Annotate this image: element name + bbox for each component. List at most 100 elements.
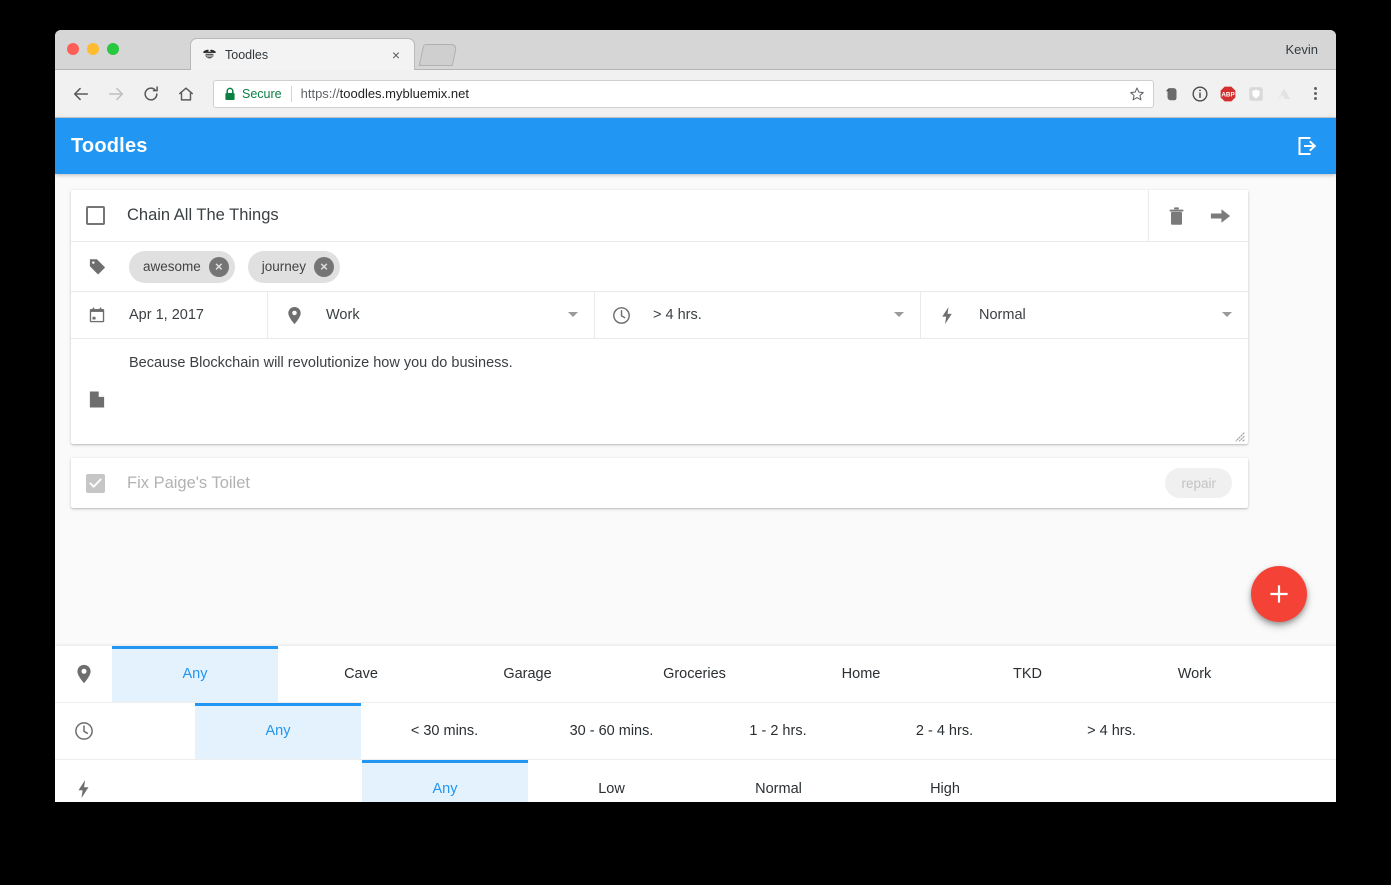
filter-tab-work[interactable]: Work — [1111, 646, 1278, 702]
filter-panel: Any Cave Garage Groceries Home TKD Work … — [55, 646, 1336, 802]
location-filter-row: Any Cave Garage Groceries Home TKD Work — [55, 646, 1336, 703]
address-bar[interactable]: Secure https://toodles.mybluemix.net — [213, 79, 1154, 108]
tag-label: journey — [261, 259, 307, 274]
arrow-right-icon[interactable] — [1208, 204, 1232, 228]
filter-tab-any[interactable]: Any — [195, 703, 361, 759]
clock-icon — [55, 703, 112, 759]
window-minimize-button[interactable] — [87, 43, 99, 55]
tag-remove-icon[interactable]: × — [314, 256, 335, 277]
browser-toolbar: Secure https://toodles.mybluemix.net ABP — [55, 70, 1336, 118]
filter-tab-1-2-hrs[interactable]: 1 - 2 hrs. — [695, 703, 861, 759]
task-card-collapsed[interactable]: Fix Paige's Toilet repair — [71, 458, 1248, 508]
lock-icon — [224, 87, 236, 101]
task-date-value: Apr 1, 2017 — [129, 307, 204, 323]
task-tag-row: awesome × journey × — [71, 242, 1248, 292]
filter-tab-groceries[interactable]: Groceries — [611, 646, 778, 702]
task-checkbox-checked[interactable] — [86, 473, 105, 493]
reload-icon[interactable] — [137, 80, 165, 108]
filter-tab-low[interactable]: Low — [528, 760, 695, 802]
app-bar: Toodles — [55, 118, 1336, 174]
filter-tab-any[interactable]: Any — [112, 646, 278, 702]
url-text: https://toodles.mybluemix.net — [301, 86, 1123, 101]
tag-remove-icon[interactable]: × — [208, 256, 229, 277]
google-drive-icon[interactable] — [1274, 84, 1294, 104]
task-tags: awesome × journey × — [129, 250, 341, 283]
tag-chip[interactable]: repair — [1165, 468, 1232, 498]
chevron-down-icon[interactable] — [1222, 312, 1232, 317]
task-actions — [1148, 190, 1248, 241]
chevron-down-icon[interactable] — [568, 312, 578, 317]
task-collapsed-tags: repair — [1165, 468, 1248, 498]
tag-label: awesome — [143, 259, 201, 274]
trash-icon[interactable] — [1165, 204, 1189, 228]
task-checkbox[interactable] — [86, 206, 105, 225]
duration-filter-row: Any < 30 mins. 30 - 60 mins. 1 - 2 hrs. … — [55, 703, 1336, 760]
app-root: Toodles Chain All The Things awesome × j… — [55, 118, 1336, 802]
bookmark-star-icon[interactable] — [1129, 86, 1145, 102]
browser-menu-icon[interactable] — [1306, 87, 1324, 100]
window-controls — [67, 43, 119, 55]
shield-icon[interactable] — [1246, 84, 1266, 104]
filter-tab-spacer — [112, 760, 362, 802]
filter-tab-home[interactable]: Home — [778, 646, 944, 702]
task-date-field[interactable]: Apr 1, 2017 — [71, 292, 268, 338]
home-icon[interactable] — [172, 80, 200, 108]
priority-filter-row: Any Low Normal High — [55, 760, 1336, 802]
back-icon[interactable] — [67, 80, 95, 108]
filter-tab-over-4-hrs[interactable]: > 4 hrs. — [1028, 703, 1195, 759]
task-meta-row: Apr 1, 2017 Work > 4 hrs. Normal — [71, 292, 1248, 339]
tag-chip[interactable]: awesome × — [129, 250, 235, 283]
filter-tab-cave[interactable]: Cave — [278, 646, 444, 702]
task-priority-field[interactable]: Normal — [921, 292, 1248, 338]
filter-tab-2-4-hrs[interactable]: 2 - 4 hrs. — [861, 703, 1028, 759]
info-circle-icon[interactable] — [1190, 84, 1210, 104]
task-title: Chain All The Things — [127, 206, 279, 224]
filter-tab-normal[interactable]: Normal — [695, 760, 862, 802]
new-tab-button[interactable] — [418, 44, 458, 66]
filter-tab-spacer — [112, 703, 195, 759]
location-pin-icon — [283, 306, 305, 325]
task-card-expanded: Chain All The Things awesome × journey ×… — [71, 190, 1248, 444]
omnibox-divider — [290, 85, 292, 102]
browser-tab[interactable]: Toodles × — [190, 38, 415, 70]
extension-toolbar: ABP — [1162, 84, 1324, 104]
tag-icon — [86, 257, 108, 276]
resize-handle-icon[interactable] — [1233, 429, 1245, 442]
filter-tab-under-30-mins[interactable]: < 30 mins. — [361, 703, 528, 759]
adblock-plus-icon[interactable]: ABP — [1218, 84, 1238, 104]
window-close-button[interactable] — [67, 43, 79, 55]
logout-icon[interactable] — [1294, 133, 1320, 159]
task-note-field[interactable]: Because Blockchain will revolutionize ho… — [71, 339, 1248, 444]
priority-filter-tabs: Any Low Normal High — [112, 760, 1336, 802]
profile-name[interactable]: Kevin — [1285, 42, 1318, 57]
url-scheme: https:// — [300, 86, 340, 101]
location-filter-tabs: Any Cave Garage Groceries Home TKD Work — [112, 646, 1336, 702]
tag-chip[interactable]: journey × — [247, 250, 341, 283]
task-title: Fix Paige's Toilet — [127, 473, 250, 492]
bolt-icon — [936, 306, 958, 325]
forward-icon — [102, 80, 130, 108]
close-icon[interactable]: × — [388, 47, 404, 63]
task-location-field[interactable]: Work — [268, 292, 595, 338]
task-duration-field[interactable]: > 4 hrs. — [595, 292, 921, 338]
bolt-icon — [55, 760, 112, 802]
filter-tab-any[interactable]: Any — [362, 760, 528, 802]
url-host: toodles.mybluemix.net — [339, 86, 469, 101]
add-task-button[interactable] — [1251, 566, 1307, 622]
tab-title: Toodles — [225, 47, 269, 62]
browser-window: Toodles × Kevin Secure https://toodles.m… — [55, 30, 1336, 802]
location-pin-icon — [55, 646, 112, 702]
plus-icon — [1270, 585, 1288, 603]
task-header-main: Chain All The Things — [71, 190, 1148, 241]
filter-tab-high[interactable]: High — [862, 760, 1028, 802]
calendar-icon — [86, 306, 108, 324]
note-icon — [86, 354, 108, 444]
window-maximize-button[interactable] — [107, 43, 119, 55]
bee-icon — [201, 47, 217, 63]
chevron-down-icon[interactable] — [894, 312, 904, 317]
secure-label: Secure — [242, 86, 282, 101]
filter-tab-garage[interactable]: Garage — [444, 646, 611, 702]
filter-tab-tkd[interactable]: TKD — [944, 646, 1111, 702]
filter-tab-30-60-mins[interactable]: 30 - 60 mins. — [528, 703, 695, 759]
evernote-icon[interactable] — [1162, 84, 1182, 104]
